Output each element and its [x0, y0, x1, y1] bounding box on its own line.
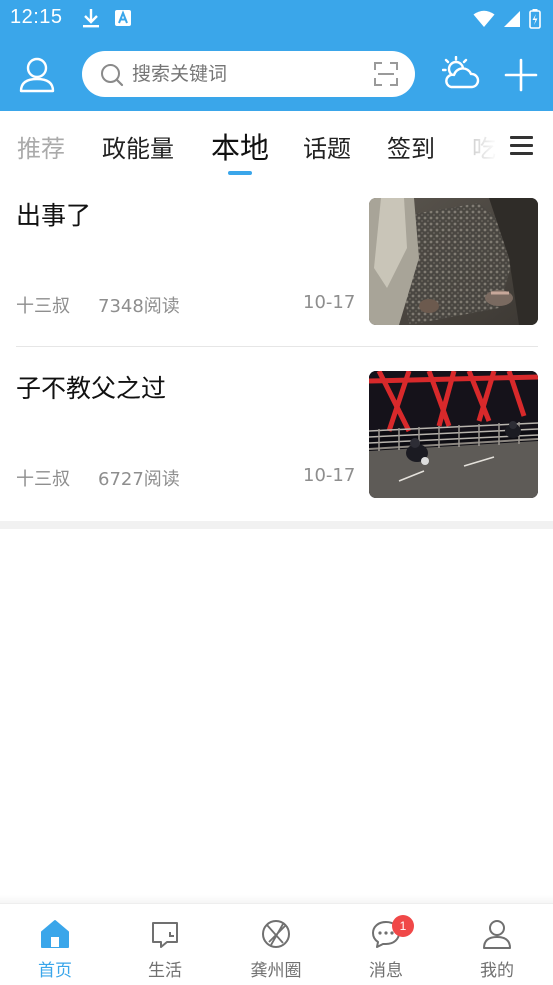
wifi-icon	[473, 10, 495, 27]
battery-icon	[529, 9, 541, 29]
category-tabs: 推荐 政能量 本地 话题 签到 吃	[0, 111, 553, 177]
news-item[interactable]: 子不教父之过 十三叔 6727阅读 10-17	[0, 349, 553, 520]
search-icon	[101, 64, 124, 87]
nav-mine-label: 我的	[480, 961, 514, 981]
news-read-count: 7348阅读	[98, 296, 180, 317]
nav-messages[interactable]: 消息	[331, 904, 441, 985]
weather-button[interactable]	[441, 55, 480, 94]
news-read-count: 6727阅读	[98, 469, 180, 490]
app-notification-icon	[115, 10, 131, 26]
tab-recommend[interactable]: 推荐	[17, 129, 65, 164]
aperture-icon	[262, 920, 290, 948]
news-divider	[16, 346, 538, 347]
news-date: 10-17	[303, 465, 356, 486]
section-separator	[0, 521, 553, 529]
weather-icon	[441, 55, 480, 89]
life-icon	[152, 922, 178, 948]
tab-local[interactable]: 本地	[211, 125, 269, 167]
bottom-navigation: 首页 生活 龚州圈 消息 我的	[0, 903, 553, 985]
nav-home-label: 首页	[38, 961, 72, 981]
signal-icon	[504, 11, 520, 27]
download-icon	[83, 9, 99, 28]
nav-home[interactable]: 首页	[0, 904, 110, 985]
tab-positive-energy[interactable]: 政能量	[102, 129, 174, 164]
news-item[interactable]: 出事了 十三叔 7348阅读 10-17	[0, 176, 553, 347]
message-badge: 1	[392, 915, 414, 937]
news-thumbnail[interactable]	[369, 371, 538, 498]
active-tab-indicator	[228, 171, 252, 175]
nav-life[interactable]: 生活	[110, 904, 220, 985]
nav-life-label: 生活	[148, 961, 182, 981]
nav-circle[interactable]: 龚州圈	[221, 904, 331, 985]
news-title[interactable]: 出事了	[16, 196, 91, 232]
user-icon	[483, 920, 511, 949]
add-button[interactable]	[504, 58, 538, 96]
news-author: 十三叔	[16, 296, 70, 317]
app-header	[0, 38, 553, 111]
tab-checkin[interactable]: 签到	[387, 129, 435, 164]
news-date: 10-17	[303, 292, 356, 313]
nav-circle-label: 龚州圈	[250, 961, 302, 981]
user-avatar-icon	[19, 57, 55, 93]
scan-icon[interactable]	[374, 62, 398, 86]
news-title[interactable]: 子不教父之过	[16, 369, 166, 405]
home-icon	[41, 920, 69, 948]
search-input[interactable]	[132, 63, 362, 85]
news-author: 十三叔	[16, 469, 70, 490]
tab-topics[interactable]: 话题	[303, 129, 351, 164]
nav-messages-label: 消息	[369, 961, 403, 981]
tabs-fade	[450, 111, 510, 177]
nav-mine[interactable]: 我的	[442, 904, 552, 985]
search-bar[interactable]	[82, 51, 415, 97]
menu-icon[interactable]	[506, 133, 540, 159]
status-time: 12:15	[10, 6, 63, 28]
news-thumbnail[interactable]	[369, 198, 538, 325]
profile-button[interactable]	[18, 56, 56, 94]
plus-icon	[504, 58, 538, 92]
status-bar: 12:15	[0, 0, 553, 38]
